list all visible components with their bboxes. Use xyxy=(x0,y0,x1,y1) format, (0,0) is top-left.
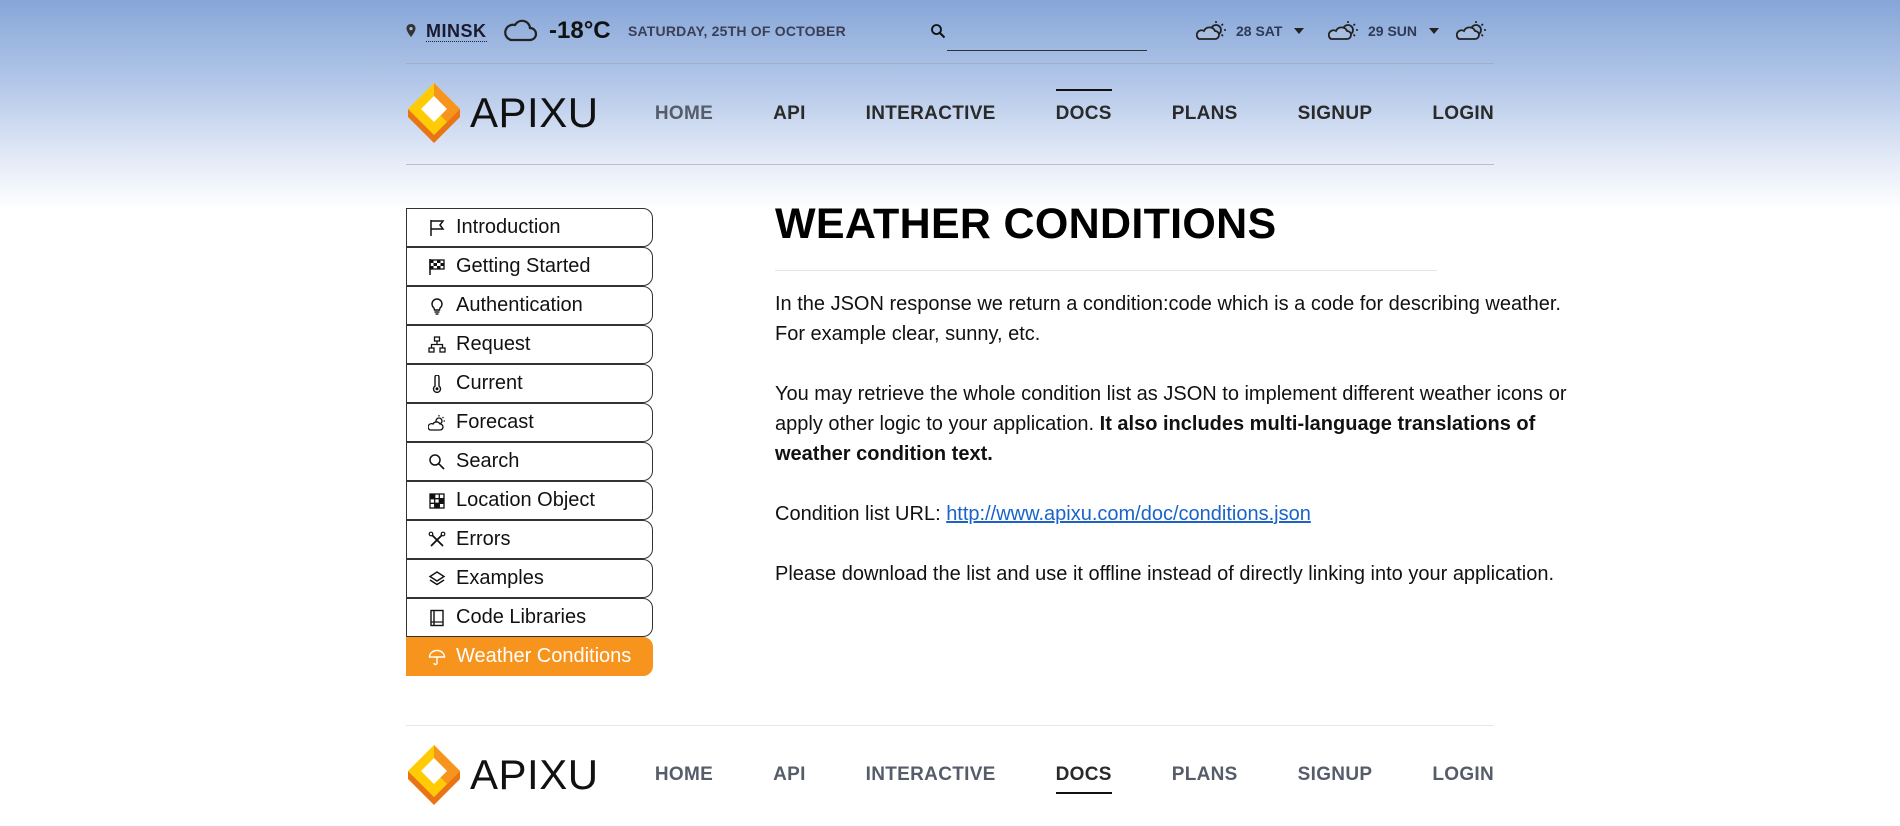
nav-login[interactable]: LOGIN xyxy=(1432,103,1494,125)
nav-interactive[interactable]: INTERACTIVE xyxy=(866,103,996,125)
book-icon xyxy=(427,608,447,628)
sidebar-item-getting-started[interactable]: Getting Started xyxy=(406,247,653,286)
search-icon[interactable] xyxy=(930,0,946,62)
sidebar-item-label: Introduction xyxy=(456,216,561,238)
chevron-down-icon xyxy=(1429,28,1440,34)
sidebar-item-label: Getting Started xyxy=(456,255,591,277)
grid-icon xyxy=(427,491,447,511)
sidebar-item-label: Current xyxy=(456,372,523,394)
sidebar-item-label: Code Libraries xyxy=(456,606,587,628)
city-link[interactable]: MINSK xyxy=(426,0,487,62)
umbrella-icon xyxy=(427,647,447,667)
divider xyxy=(775,270,1437,271)
current-date: SATURDAY, 25TH OF OCTOBER xyxy=(628,23,846,39)
logo-text: APIXU xyxy=(470,89,599,136)
sidebar-item-current[interactable]: Current xyxy=(406,364,653,403)
sidebar-item-location-object[interactable]: Location Object xyxy=(406,481,653,520)
nav-home[interactable]: HOME xyxy=(655,103,713,125)
conditions-json-link[interactable]: http://www.apixu.com/doc/conditions.json xyxy=(946,503,1311,525)
paragraph-condition-code: In the JSON response we return a conditi… xyxy=(775,293,1561,345)
footer-nav-home[interactable]: HOME xyxy=(655,764,713,786)
sidebar-item-label: Search xyxy=(456,450,520,472)
search-field[interactable] xyxy=(947,0,1147,62)
main-content: WEATHER CONDITIONS In the JSON response … xyxy=(775,196,1575,619)
layers-icon xyxy=(427,569,447,589)
apixu-logo-icon xyxy=(408,745,460,805)
partly-sunny-icon xyxy=(1328,21,1358,40)
sidebar-item-request[interactable]: Request xyxy=(406,325,653,364)
paragraph-download-note: Please download the list and use it offl… xyxy=(775,563,1554,585)
page-title: WEATHER CONDITIONS xyxy=(775,200,1277,248)
current-temperature: -18°C xyxy=(549,17,611,44)
site-header: APIXU HOME API INTERACTIVE DOCS PLANS SI… xyxy=(406,65,1494,165)
lightbulb-icon xyxy=(427,296,447,316)
sidebar-item-errors[interactable]: Errors xyxy=(406,520,653,559)
sidebar-item-examples[interactable]: Examples xyxy=(406,559,653,598)
paragraph-url: Condition list URL: http://www.apixu.com… xyxy=(775,503,1311,525)
apixu-logo-icon xyxy=(408,83,460,143)
footer-nav-docs[interactable]: DOCS xyxy=(1055,764,1112,794)
sidebar-item-label: Forecast xyxy=(456,411,534,433)
location-pin-icon xyxy=(406,0,420,62)
footer-logo[interactable]: APIXU xyxy=(406,743,599,807)
partly-sunny-icon xyxy=(1456,21,1486,40)
sidebar-item-weather-conditions[interactable]: Weather Conditions xyxy=(406,637,653,676)
sitemap-icon xyxy=(427,335,447,355)
checkered-flag-icon xyxy=(427,257,447,277)
logo-text: APIXU xyxy=(470,751,599,798)
footer-nav: HOME API INTERACTIVE DOCS PLANS SIGNUP L… xyxy=(595,726,1494,824)
sidebar-item-introduction[interactable]: Introduction xyxy=(406,208,653,247)
sidebar-item-label: Examples xyxy=(456,567,544,589)
search-input[interactable] xyxy=(947,25,1147,51)
sidebar-item-search[interactable]: Search xyxy=(406,442,653,481)
sidebar-item-forecast[interactable]: Forecast xyxy=(406,403,653,442)
flag-icon xyxy=(427,218,447,238)
sidebar-item-label: Weather Conditions xyxy=(456,645,632,667)
nav-plans[interactable]: PLANS xyxy=(1172,103,1238,125)
footer-nav-api[interactable]: API xyxy=(773,764,806,786)
sidebar-item-code-libraries[interactable]: Code Libraries xyxy=(406,598,653,637)
docs-sidebar: Introduction Getting Started Authenticat… xyxy=(406,208,653,676)
sidebar-item-label: Request xyxy=(456,333,531,355)
site-footer: APIXU HOME API INTERACTIVE DOCS PLANS SI… xyxy=(406,725,1494,826)
chevron-down-icon xyxy=(1294,28,1305,34)
nav-signup[interactable]: SIGNUP xyxy=(1298,103,1373,125)
paragraph-condition-list: You may retrieve the whole condition lis… xyxy=(775,383,1567,465)
sidebar-item-authentication[interactable]: Authentication xyxy=(406,286,653,325)
forecast-next[interactable] xyxy=(1456,0,1490,62)
thermometer-icon xyxy=(427,374,447,394)
top-bar: MINSK -18°C SATURDAY, 25TH OF OCTOBER 28… xyxy=(406,0,1494,64)
footer-nav-plans[interactable]: PLANS xyxy=(1172,764,1238,786)
nav-api[interactable]: API xyxy=(773,103,806,125)
sidebar-item-label: Authentication xyxy=(456,294,583,316)
cloud-icon xyxy=(502,0,538,62)
sidebar-item-label: Location Object xyxy=(456,489,595,511)
footer-nav-interactive[interactable]: INTERACTIVE xyxy=(866,764,996,786)
nav-docs[interactable]: DOCS xyxy=(1055,89,1112,125)
footer-nav-login[interactable]: LOGIN xyxy=(1432,764,1494,786)
main-nav: HOME API INTERACTIVE DOCS PLANS SIGNUP L… xyxy=(595,65,1494,163)
tools-icon xyxy=(427,530,447,550)
partly-sunny-icon xyxy=(1196,21,1226,40)
sidebar-item-label: Errors xyxy=(456,528,511,550)
forecast-sun[interactable]: 29 SUN xyxy=(1328,0,1440,62)
forecast-sat[interactable]: 28 SAT xyxy=(1196,0,1305,62)
footer-nav-signup[interactable]: SIGNUP xyxy=(1298,764,1373,786)
search-icon xyxy=(427,452,447,472)
logo[interactable]: APIXU xyxy=(406,81,599,145)
cloud-sun-icon xyxy=(427,413,447,433)
